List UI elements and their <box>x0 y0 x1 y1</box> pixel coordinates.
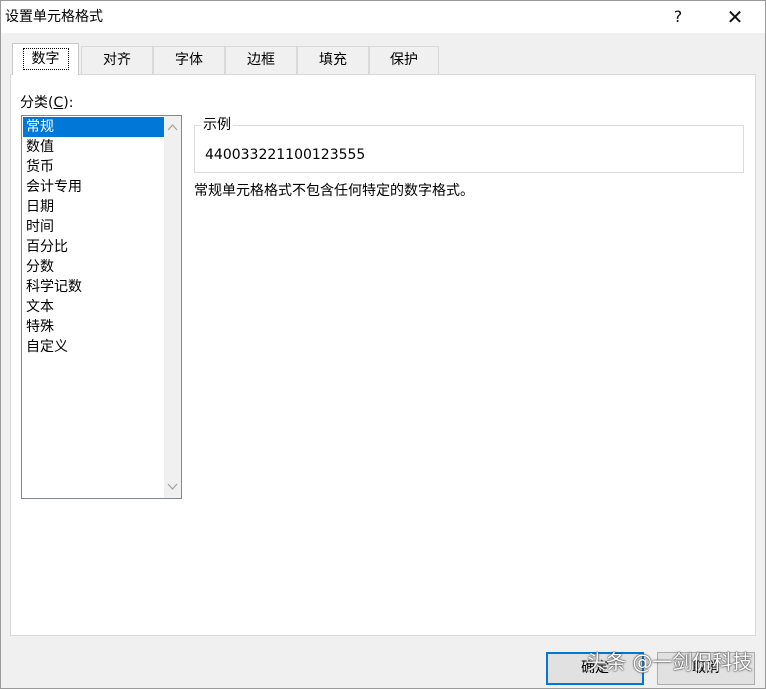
format-cells-dialog: 设置单元格格式 ? ✕ 数字 对齐 字体 边框 填充 保护 分类(C): 常规 … <box>0 0 766 689</box>
category-item-text[interactable]: 文本 <box>23 297 164 317</box>
category-item-currency[interactable]: 货币 <box>23 157 164 177</box>
tab-alignment[interactable]: 对齐 <box>81 46 153 74</box>
category-item-accounting[interactable]: 会计专用 <box>23 177 164 197</box>
category-scrollbar[interactable] <box>164 116 181 498</box>
sample-legend: 示例 <box>201 117 233 133</box>
category-label: 分类(C): <box>20 95 74 111</box>
chevron-down-icon[interactable] <box>164 478 181 495</box>
category-item-fraction[interactable]: 分数 <box>23 257 164 277</box>
category-list: 常规 数值 货币 会计专用 日期 时间 百分比 分数 科学记数 文本 特殊 自定… <box>23 117 164 357</box>
category-item-special[interactable]: 特殊 <box>23 317 164 337</box>
category-item-percentage[interactable]: 百分比 <box>23 237 164 257</box>
help-button[interactable]: ? <box>663 5 693 29</box>
tab-protection[interactable]: 保护 <box>369 46 439 74</box>
sample-group: 示例 440033221100123555 <box>194 117 744 173</box>
tab-border[interactable]: 边框 <box>225 46 297 74</box>
category-item-general[interactable]: 常规 <box>23 117 164 137</box>
category-item-number[interactable]: 数值 <box>23 137 164 157</box>
chevron-up-icon[interactable] <box>164 119 181 136</box>
watermark: 头条 @一剑侃科技 <box>586 650 753 674</box>
tab-font[interactable]: 字体 <box>153 46 225 74</box>
window-title: 设置单元格格式 <box>5 9 103 25</box>
category-listbox[interactable]: 常规 数值 货币 会计专用 日期 时间 百分比 分数 科学记数 文本 特殊 自定… <box>21 115 182 499</box>
tab-number[interactable]: 数字 <box>12 43 79 75</box>
close-button[interactable]: ✕ <box>720 5 750 29</box>
category-item-scientific[interactable]: 科学记数 <box>23 277 164 297</box>
category-item-custom[interactable]: 自定义 <box>23 337 164 357</box>
sample-value: 440033221100123555 <box>205 147 366 163</box>
title-bar: 设置单元格格式 ? ✕ <box>1 1 765 33</box>
tab-fill[interactable]: 填充 <box>297 46 369 74</box>
tab-number-label: 数字 <box>22 48 69 70</box>
format-description: 常规单元格格式不包含任何特定的数字格式。 <box>194 183 474 199</box>
category-item-time[interactable]: 时间 <box>23 217 164 237</box>
category-item-date[interactable]: 日期 <box>23 197 164 217</box>
